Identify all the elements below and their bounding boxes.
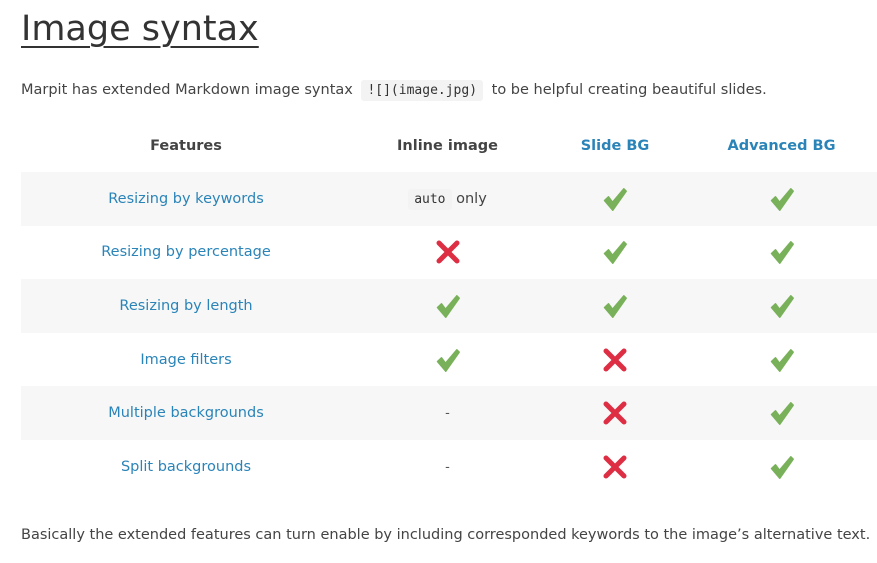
table-row: Resizing by length [21,279,877,333]
feature-link-resizing-by-percentage[interactable]: Resizing by percentage [101,244,271,260]
slide-bg-cell [544,333,686,387]
table-row: Resizing by percentage [21,226,877,280]
slide-bg-cell [544,386,686,440]
advanced-bg-cell [686,333,877,387]
slide-bg-cell [544,172,686,226]
outro-paragraph: Basically the extended features can turn… [21,527,871,543]
cross-mark-icon [601,399,629,427]
table-row: Multiple backgrounds - [21,386,877,440]
intro-paragraph: Marpit has extended Markdown image synta… [21,77,767,104]
feature-cell: Resizing by length [21,279,351,333]
heavy-check-mark-icon [768,185,796,213]
heavy-check-mark-icon [768,292,796,320]
heavy-check-mark-icon [434,292,462,320]
slide-bg-cell [544,440,686,494]
heavy-check-mark-icon [768,453,796,481]
feature-link-image-filters[interactable]: Image filters [140,352,231,368]
heavy-check-mark-icon [768,399,796,427]
cross-mark-icon [434,238,462,266]
heavy-check-mark-icon [601,292,629,320]
header-inline-image: Inline image [397,138,498,154]
feature-cell: Resizing by percentage [21,226,351,280]
feature-link-split-backgrounds[interactable]: Split backgrounds [121,459,251,475]
feature-link-resizing-by-length[interactable]: Resizing by length [119,298,252,314]
header-advanced-bg-link[interactable]: Advanced BG [686,120,877,172]
inline-image-cell: - [351,440,544,494]
feature-cell: Split backgrounds [21,440,351,494]
heavy-check-mark-icon [768,346,796,374]
feature-cell: Resizing by keywords [21,172,351,226]
advanced-bg-cell [686,386,877,440]
advanced-bg-cell [686,440,877,494]
advanced-bg-cell [686,279,877,333]
heavy-check-mark-icon [601,185,629,213]
intro-text-before: Marpit has extended Markdown image synta… [21,82,353,98]
table-header-row: Features Inline image Slide BG Advanced … [21,120,877,172]
slide-bg-cell [544,226,686,280]
not-applicable-dash: - [445,459,450,475]
advanced-bg-cell [686,226,877,280]
feature-link-multiple-backgrounds[interactable]: Multiple backgrounds [108,405,264,421]
table-row: Resizing by keywords auto only [21,172,877,226]
features-table: Features Inline image Slide BG Advanced … [21,120,877,494]
table-row: Image filters [21,333,877,387]
table-row: Split backgrounds - [21,440,877,494]
inline-image-cell [351,279,544,333]
page-heading[interactable]: Image syntax [21,4,259,54]
cross-mark-icon [601,453,629,481]
feature-cell: Multiple backgrounds [21,386,351,440]
inline-image-cell [351,333,544,387]
cross-mark-icon [601,346,629,374]
only-text: only [456,190,487,207]
feature-cell: Image filters [21,333,351,387]
feature-link-resizing-by-keywords[interactable]: Resizing by keywords [108,191,264,207]
header-slide-bg-link[interactable]: Slide BG [544,120,686,172]
heavy-check-mark-icon [768,238,796,266]
advanced-bg-cell [686,172,877,226]
heavy-check-mark-icon [434,346,462,374]
inline-image-cell: - [351,386,544,440]
not-applicable-dash: - [445,406,450,422]
inline-image-cell [351,226,544,280]
heavy-check-mark-icon [601,238,629,266]
header-features: Features [150,138,222,154]
slide-bg-cell [544,279,686,333]
image-syntax-code: ![](image.jpg) [361,80,484,101]
auto-keyword-code: auto [408,188,452,210]
inline-image-cell: auto only [351,172,544,226]
intro-text-after: to be helpful creating beautiful slides. [491,82,767,98]
